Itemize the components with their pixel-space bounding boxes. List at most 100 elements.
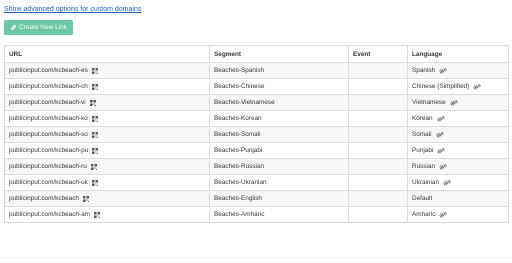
url-cell: publicinput.com/kcbeach-so xyxy=(4,126,210,143)
event-cell xyxy=(348,126,408,143)
url-cell: publicinput.com/kcbeach-vi xyxy=(4,94,210,111)
event-cell xyxy=(348,62,408,79)
event-cell xyxy=(348,206,408,223)
url-cell: publicinput.com/kcbeach-am xyxy=(4,206,210,223)
create-new-link-label: Create New Link xyxy=(18,24,68,31)
column-header-segment: Segment xyxy=(209,45,349,63)
qr-code-icon[interactable] xyxy=(91,67,98,74)
qr-code-icon[interactable] xyxy=(82,195,89,202)
table-row: publicinput.com/kcbeach Beaches-English De… xyxy=(4,190,509,207)
language-text: Spanish xyxy=(412,67,436,74)
language-text: Chinese (Simplified) xyxy=(412,83,470,90)
table-row: publicinput.com/kcbeach-ko Beaches-Korean… xyxy=(4,110,509,127)
language-text: Ukrainian xyxy=(412,179,439,186)
qr-code-icon[interactable] xyxy=(90,163,97,170)
divider xyxy=(0,257,512,258)
table-body: publicinput.com/kcbeach-es Beaches-Spanis… xyxy=(4,62,509,223)
links-table: URL Segment Event Language publicinput.c… xyxy=(4,45,509,223)
language-cell: Default xyxy=(407,190,509,207)
url-cell: publicinput.com/kcbeach-uk xyxy=(4,174,210,191)
qr-code-icon[interactable] xyxy=(94,211,100,218)
gears-icon[interactable] xyxy=(437,115,445,122)
language-text: Vietnamese xyxy=(412,99,446,106)
event-cell xyxy=(348,142,408,159)
event-cell xyxy=(348,158,408,175)
create-new-link-button[interactable]: Create New Link xyxy=(4,20,73,35)
segment-cell: Beaches-Somali xyxy=(209,126,349,143)
language-text: Punjabi xyxy=(412,147,434,154)
event-cell xyxy=(348,190,408,207)
page: Show advanced options for custom domains… xyxy=(0,0,512,263)
url-text[interactable]: publicinput.com/kcbeach-am xyxy=(9,211,90,218)
column-header-event: Event xyxy=(348,45,408,63)
segment-cell: Beaches-Ukranian xyxy=(209,174,349,191)
table-row: publicinput.com/kcbeach-pu Beaches-Punjab… xyxy=(4,142,509,159)
gears-icon[interactable] xyxy=(450,99,458,106)
gears-icon[interactable] xyxy=(439,163,447,170)
column-header-url: URL xyxy=(4,45,210,63)
gears-icon[interactable] xyxy=(439,67,447,74)
qr-code-icon[interactable] xyxy=(91,115,98,122)
language-cell: Chinese (Simplified) xyxy=(407,78,509,95)
url-cell: publicinput.com/kcbeach-ko xyxy=(4,110,210,127)
url-text[interactable]: publicinput.com/kcbeach-ch xyxy=(9,83,88,90)
url-text[interactable]: publicinput.com/kcbeach-uk xyxy=(9,179,88,186)
advanced-options-link[interactable]: Show advanced options for custom domains xyxy=(4,6,141,13)
language-cell: Korean xyxy=(407,110,509,127)
table-row: publicinput.com/kcbeach-ru Beaches-Russia… xyxy=(4,158,509,175)
table-row: publicinput.com/kcbeach-es Beaches-Spanis… xyxy=(4,62,509,79)
gears-icon[interactable] xyxy=(439,211,448,218)
table-header-row: URL Segment Event Language xyxy=(4,45,509,63)
column-header-language: Language xyxy=(407,45,509,63)
qr-code-icon[interactable] xyxy=(89,99,96,106)
language-text: Somali xyxy=(412,131,432,138)
url-cell: publicinput.com/kcbeach-ch xyxy=(4,78,210,95)
gears-icon[interactable] xyxy=(437,147,445,154)
table-row: publicinput.com/kcbeach-ch Beaches-Chines… xyxy=(4,78,509,95)
table-row: publicinput.com/kcbeach-am Beaches-Amhari… xyxy=(4,206,509,223)
url-text[interactable]: publicinput.com/kcbeach-ru xyxy=(9,163,87,170)
event-cell xyxy=(348,78,408,95)
event-cell xyxy=(348,174,408,191)
url-text[interactable]: publicinput.com/kcbeach-ko xyxy=(9,115,88,122)
language-text: Russian xyxy=(412,163,436,170)
segment-cell: Beaches-Korean xyxy=(209,110,349,127)
language-cell: Russian xyxy=(407,158,509,175)
segment-cell: Beaches-Spanish xyxy=(209,62,349,79)
segment-cell: Beaches-Chinese xyxy=(209,78,349,95)
table-row: publicinput.com/kcbeach-so Beaches-Somali… xyxy=(4,126,509,143)
language-cell: Spanish xyxy=(407,62,509,79)
event-cell xyxy=(348,110,408,127)
language-text: Korean xyxy=(412,115,433,122)
language-cell: Ukrainian xyxy=(407,174,509,191)
gears-icon[interactable] xyxy=(443,179,451,186)
gears-icon[interactable] xyxy=(436,131,444,138)
link-icon xyxy=(10,24,17,31)
language-text: Default xyxy=(412,195,433,202)
segment-cell: Beaches-Punjabi xyxy=(209,142,349,159)
url-text[interactable]: publicinput.com/kcbeach-vi xyxy=(9,99,86,106)
gears-icon[interactable] xyxy=(473,83,481,90)
language-cell: Punjabi xyxy=(407,142,509,159)
segment-cell: Beaches-Russian xyxy=(209,158,349,175)
table-row: publicinput.com/kcbeach-uk Beaches-Ukrani… xyxy=(4,174,509,191)
segment-cell: Beaches-Amharic xyxy=(209,206,349,223)
url-cell: publicinput.com/kcbeach-pu xyxy=(4,142,210,159)
url-text[interactable]: publicinput.com/kcbeach-es xyxy=(9,67,88,74)
qr-code-icon[interactable] xyxy=(91,83,98,90)
segment-cell: Beaches-English xyxy=(209,190,349,207)
url-cell: publicinput.com/kcbeach-es xyxy=(4,62,210,79)
qr-code-icon[interactable] xyxy=(92,147,99,154)
language-text: Amharic xyxy=(412,211,436,218)
url-text[interactable]: publicinput.com/kcbeach-pu xyxy=(9,147,88,154)
url-text[interactable]: publicinput.com/kcbeach xyxy=(9,195,79,202)
url-cell: publicinput.com/kcbeach xyxy=(4,190,210,207)
url-cell: publicinput.com/kcbeach-ru xyxy=(4,158,210,175)
qr-code-icon[interactable] xyxy=(91,179,98,186)
url-text[interactable]: publicinput.com/kcbeach-so xyxy=(9,131,88,138)
segment-cell: Beaches-Vietnamese xyxy=(209,94,349,111)
language-cell: Somali xyxy=(407,126,509,143)
qr-code-icon[interactable] xyxy=(91,131,98,138)
language-cell: Vietnamese xyxy=(407,94,509,111)
event-cell xyxy=(348,94,408,111)
